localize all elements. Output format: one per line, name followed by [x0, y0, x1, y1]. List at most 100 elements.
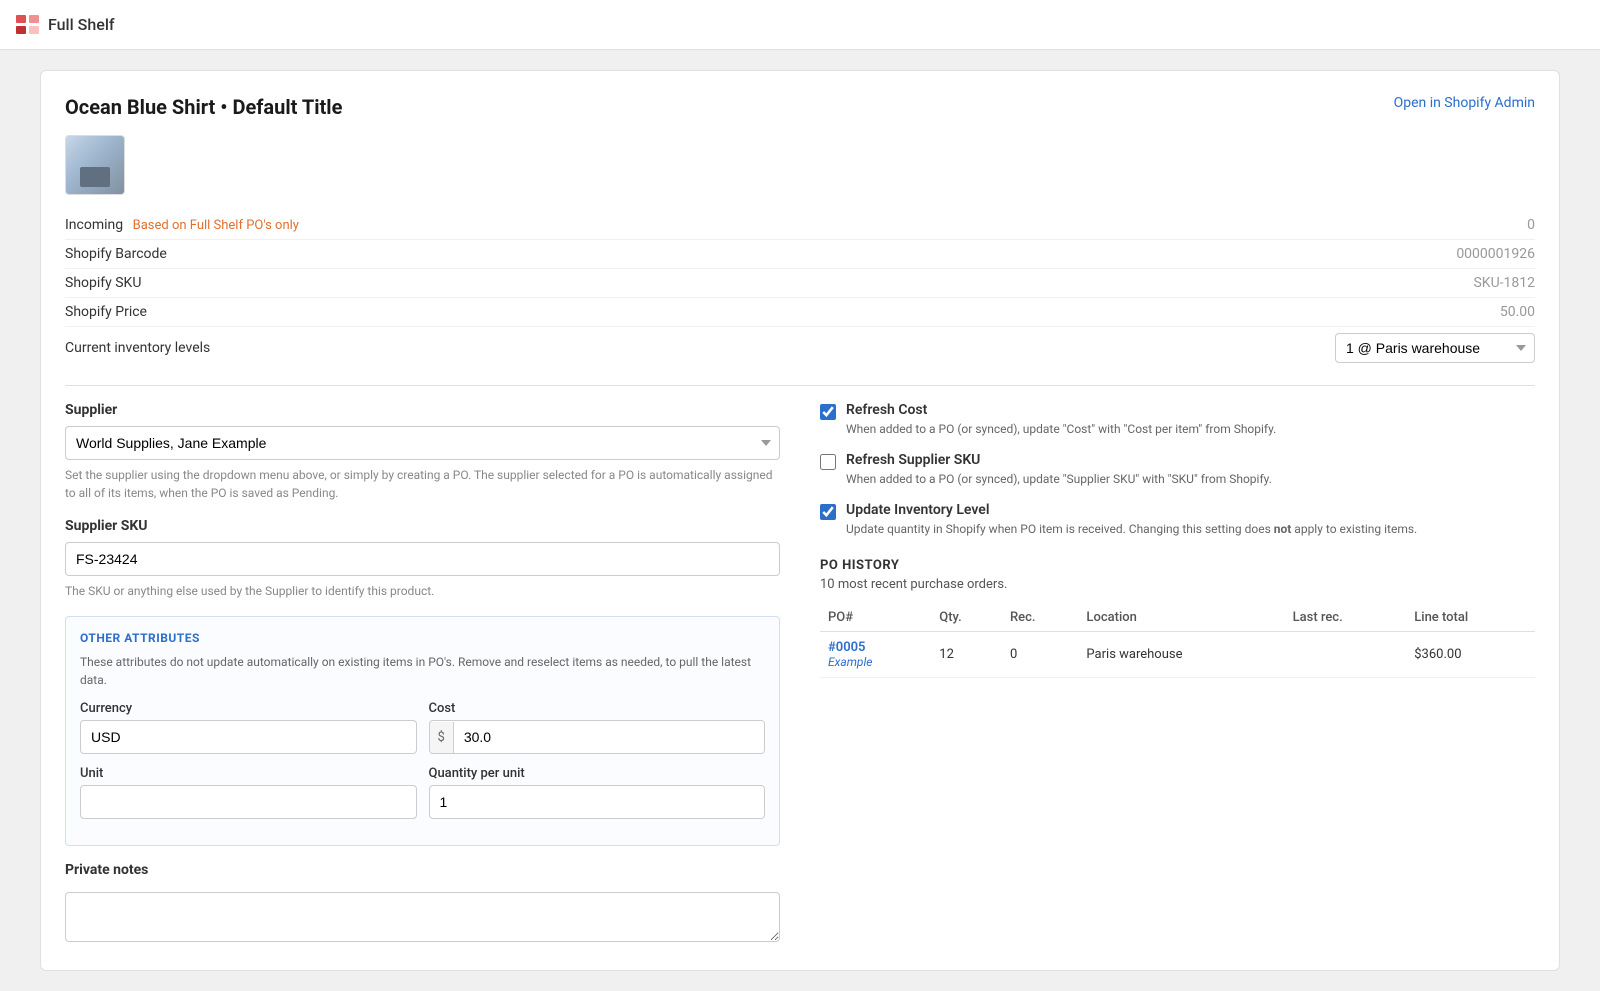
product-image-placeholder: [66, 135, 124, 195]
currency-label: Currency: [80, 701, 417, 716]
incoming-note: Based on Full Shelf PO's only: [133, 218, 299, 233]
logo-sq-2: [29, 15, 39, 23]
unit-qty-row: Unit Quantity per unit: [80, 766, 765, 819]
other-attrs-title: OTHER ATTRIBUTES: [80, 631, 765, 645]
refresh-cost-checkbox[interactable]: [820, 404, 836, 420]
price-value: 50.00: [1500, 304, 1535, 320]
barcode-value: 0000001926: [1456, 246, 1535, 262]
rec-cell: 0: [1002, 632, 1078, 678]
two-col-layout: Supplier World Supplies, Jane Example Se…: [65, 402, 1535, 946]
supplier-label: Supplier: [65, 402, 780, 418]
supplier-sku-section: Supplier SKU The SKU or anything else us…: [65, 518, 780, 600]
left-column: Supplier World Supplies, Jane Example Se…: [65, 402, 780, 946]
sku-label: Shopify SKU: [65, 275, 141, 291]
private-notes-label: Private notes: [65, 862, 780, 878]
supplier-select[interactable]: World Supplies, Jane Example: [65, 426, 780, 460]
main-content: Ocean Blue Shirt • Default Title Open in…: [0, 50, 1600, 991]
supplier-sku-help: The SKU or anything else used by the Sup…: [65, 582, 780, 600]
sku-row: Shopify SKU SKU-1812: [65, 269, 1535, 298]
po-history-title: PO HISTORY: [820, 558, 1535, 573]
qty-cell: 12: [931, 632, 1002, 678]
col-po-num: PO#: [820, 604, 931, 632]
col-location: Location: [1078, 604, 1284, 632]
price-row: Shopify Price 50.00: [65, 298, 1535, 327]
refresh-sku-content: Refresh Supplier SKU When added to a PO …: [846, 452, 1272, 488]
supplier-sku-label: Supplier SKU: [65, 518, 780, 534]
product-header: Ocean Blue Shirt • Default Title Open in…: [65, 95, 1535, 119]
product-card: Ocean Blue Shirt • Default Title Open in…: [40, 70, 1560, 971]
inventory-label: Current inventory levels: [65, 340, 210, 356]
incoming-value: 0: [1527, 217, 1535, 233]
col-line-total: Line total: [1406, 604, 1535, 632]
incoming-label: Incoming Based on Full Shelf PO's only: [65, 217, 299, 233]
price-label: Shopify Price: [65, 304, 147, 320]
sku-value: SKU-1812: [1473, 275, 1535, 291]
cost-field: Cost $: [429, 701, 766, 754]
app-title: Full Shelf: [48, 15, 115, 34]
location-cell: Paris warehouse: [1078, 632, 1284, 678]
refresh-sku-label[interactable]: Refresh Supplier SKU: [846, 452, 1272, 468]
refresh-sku-row: Refresh Supplier SKU When added to a PO …: [820, 452, 1535, 488]
po-table-header-row: PO# Qty. Rec. Location Last rec. Line to…: [820, 604, 1535, 632]
private-notes-section: Private notes: [65, 862, 780, 946]
col-qty: Qty.: [931, 604, 1002, 632]
cost-input-wrapper: $: [429, 720, 766, 754]
logo-sq-3: [16, 26, 26, 34]
logo-sq-4: [29, 26, 39, 34]
unit-label: Unit: [80, 766, 417, 781]
product-info-section: Incoming Based on Full Shelf PO's only 0…: [65, 211, 1535, 369]
po-table: PO# Qty. Rec. Location Last rec. Line to…: [820, 604, 1535, 678]
update-inventory-content: Update Inventory Level Update quantity i…: [846, 502, 1417, 538]
qty-per-unit-label: Quantity per unit: [429, 766, 766, 781]
po-history-subtitle: 10 most recent purchase orders.: [820, 577, 1535, 592]
qty-per-unit-field: Quantity per unit: [429, 766, 766, 819]
logo-squares: [16, 15, 40, 35]
col-rec: Rec.: [1002, 604, 1078, 632]
update-inventory-checkbox[interactable]: [820, 504, 836, 520]
other-attrs-box: OTHER ATTRIBUTES These attributes do not…: [65, 616, 780, 846]
currency-cost-row: Currency Cost $: [80, 701, 765, 754]
currency-input[interactable]: [80, 720, 417, 754]
supplier-section: Supplier World Supplies, Jane Example Se…: [65, 402, 780, 502]
refresh-sku-checkbox[interactable]: [820, 454, 836, 470]
barcode-label: Shopify Barcode: [65, 246, 167, 262]
col-last-rec: Last rec.: [1285, 604, 1407, 632]
other-attrs-note: These attributes do not update automatic…: [80, 653, 765, 689]
cost-prefix: $: [430, 722, 454, 753]
section-divider: [65, 385, 1535, 386]
product-image: [65, 135, 125, 195]
incoming-row: Incoming Based on Full Shelf PO's only 0: [65, 211, 1535, 240]
po-history-section: PO HISTORY 10 most recent purchase order…: [820, 558, 1535, 678]
refresh-cost-label[interactable]: Refresh Cost: [846, 402, 1276, 418]
inventory-row: Current inventory levels 1 @ Paris wareh…: [65, 327, 1535, 369]
refresh-sku-desc: When added to a PO (or synced), update "…: [846, 472, 1272, 486]
table-row: #0005 Example 12 0 Paris warehouse $360.…: [820, 632, 1535, 678]
qty-per-unit-input[interactable]: [429, 785, 766, 819]
shopify-admin-link[interactable]: Open in Shopify Admin: [1394, 95, 1535, 111]
refresh-cost-content: Refresh Cost When added to a PO (or sync…: [846, 402, 1276, 438]
po-number-cell: #0005 Example: [820, 632, 931, 678]
unit-field: Unit: [80, 766, 417, 819]
inventory-dropdown[interactable]: 1 @ Paris warehouse: [1335, 333, 1535, 363]
po-example: Example: [828, 655, 923, 669]
update-inventory-row: Update Inventory Level Update quantity i…: [820, 502, 1535, 538]
supplier-sku-input[interactable]: [65, 542, 780, 576]
line-total-cell: $360.00: [1406, 632, 1535, 678]
barcode-row: Shopify Barcode 0000001926: [65, 240, 1535, 269]
cost-label: Cost: [429, 701, 766, 716]
cost-input[interactable]: [454, 721, 764, 753]
unit-input[interactable]: [80, 785, 417, 819]
supplier-help: Set the supplier using the dropdown menu…: [65, 466, 780, 502]
currency-field: Currency: [80, 701, 417, 754]
po-link[interactable]: #0005: [828, 640, 865, 655]
product-title: Ocean Blue Shirt • Default Title: [65, 95, 342, 119]
last-rec-cell: [1285, 632, 1407, 678]
update-inventory-label[interactable]: Update Inventory Level: [846, 502, 1417, 518]
app-logo: [16, 15, 40, 35]
refresh-cost-row: Refresh Cost When added to a PO (or sync…: [820, 402, 1535, 438]
logo-sq-1: [16, 15, 26, 23]
top-navigation: Full Shelf: [0, 0, 1600, 50]
update-inventory-desc: Update quantity in Shopify when PO item …: [846, 522, 1417, 536]
right-column: Refresh Cost When added to a PO (or sync…: [820, 402, 1535, 946]
refresh-cost-desc: When added to a PO (or synced), update "…: [846, 422, 1276, 436]
